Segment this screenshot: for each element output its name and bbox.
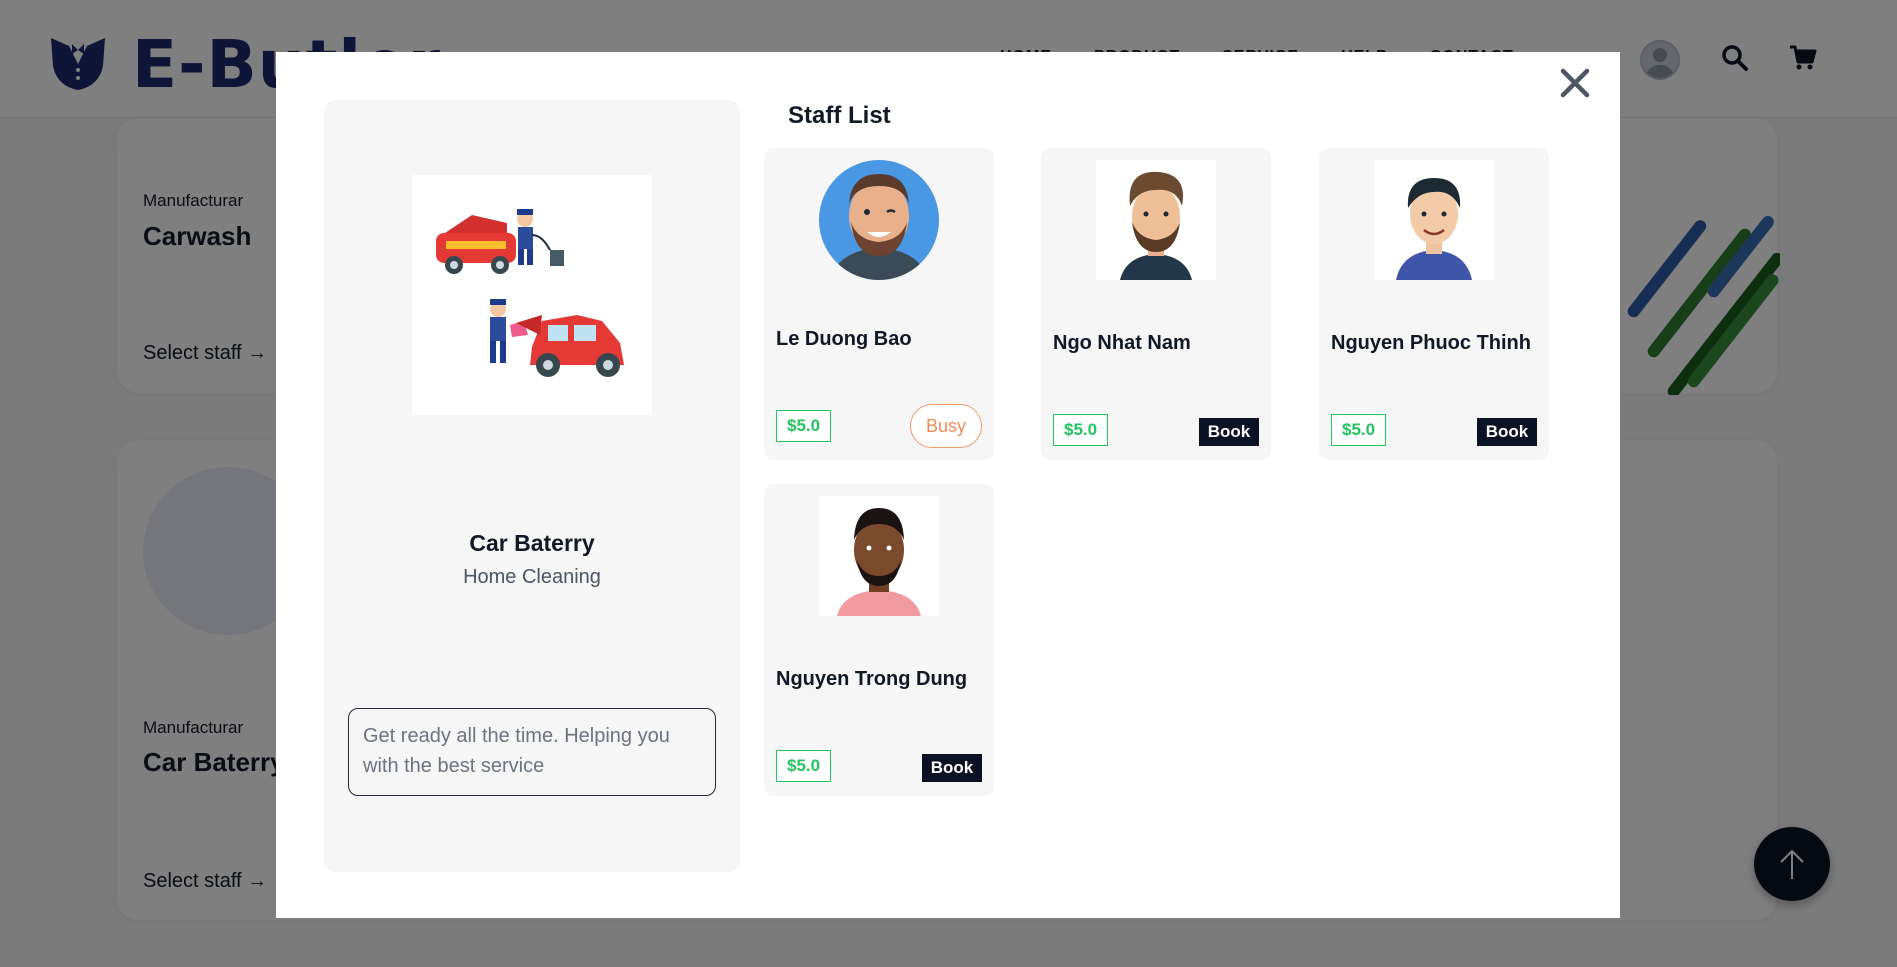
staff-name: Nguyen Trong Dung <box>776 668 968 690</box>
staff-list-title: Staff List <box>788 102 891 129</box>
staff-card: Ngo Nhat Nam $5.0 Book <box>1041 148 1271 460</box>
staff-avatar <box>1096 160 1216 280</box>
service-category: Home Cleaning <box>463 566 601 588</box>
book-button[interactable]: Book <box>922 754 982 782</box>
staff-price: $5.0 <box>1053 414 1109 446</box>
staff-avatar <box>1374 160 1494 280</box>
close-icon[interactable] <box>1558 66 1592 100</box>
staff-avatar <box>819 160 939 280</box>
service-description: Get ready all the time. Helping you with… <box>348 708 716 796</box>
staff-name: Ngo Nhat Nam <box>1053 332 1191 354</box>
staff-name: Nguyen Phuoc Thinh <box>1331 332 1531 354</box>
staff-card: Nguyen Trong Dung $5.0 Book <box>764 484 994 796</box>
book-button[interactable]: Book <box>1477 418 1537 446</box>
staff-price: $5.0 <box>1331 414 1387 446</box>
staff-price: $5.0 <box>776 750 832 782</box>
service-image <box>412 175 652 415</box>
staff-name: Le Duong Bao <box>776 328 912 350</box>
staff-card: Le Duong Bao $5.0 Busy <box>764 148 994 460</box>
staff-card: Nguyen Phuoc Thinh $5.0 Book <box>1319 148 1549 460</box>
service-detail-panel: Car Baterry Home Cleaning Get ready all … <box>324 100 740 872</box>
staff-avatar <box>819 496 939 616</box>
staff-price: $5.0 <box>776 410 832 442</box>
service-name: Car Baterry <box>469 530 595 556</box>
busy-button[interactable]: Busy <box>910 404 982 448</box>
book-button[interactable]: Book <box>1199 418 1259 446</box>
staff-modal: Car Baterry Home Cleaning Get ready all … <box>276 52 1620 918</box>
